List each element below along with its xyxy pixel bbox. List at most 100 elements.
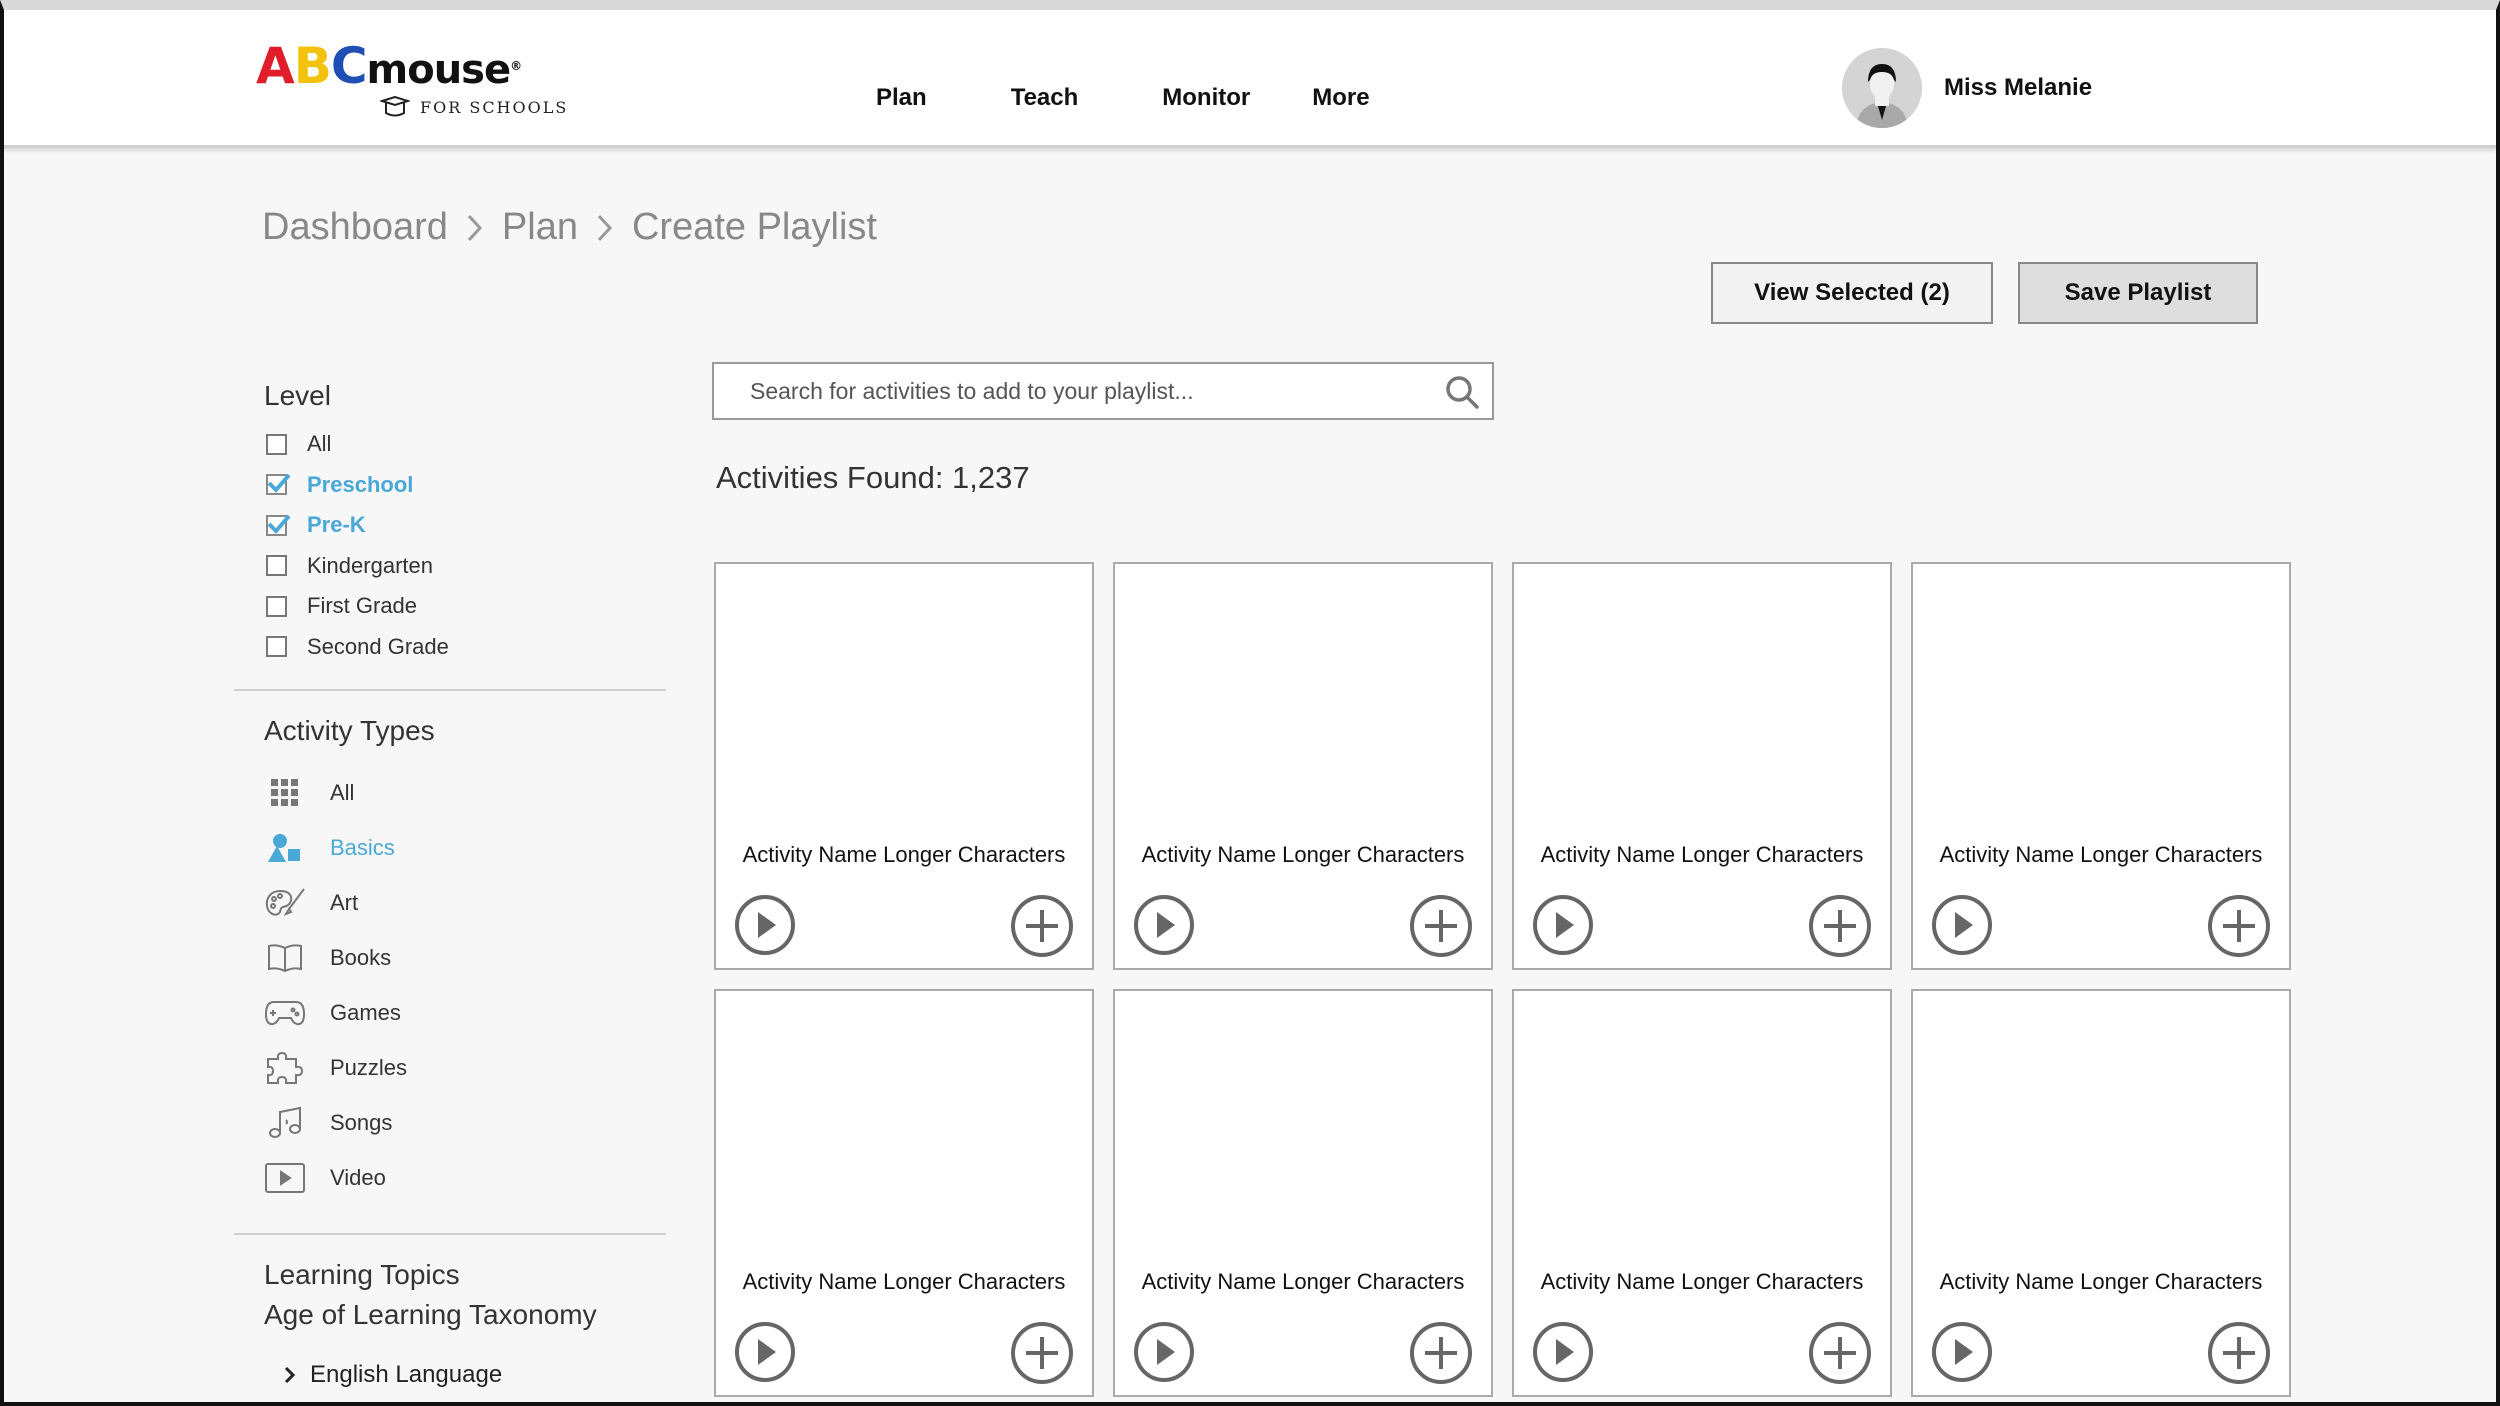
logo-wordmark: ABCmouse® [256,36,576,100]
activity-card[interactable]: Activity Name Longer Characters [1113,562,1493,970]
tree-item-english-language[interactable]: English Language [284,1361,666,1389]
search-input[interactable] [714,364,1394,418]
type-label: Art [330,889,359,915]
add-icon[interactable] [1010,894,1074,963]
activity-name: Activity Name Longer Characters [1540,1269,1864,1294]
play-icon[interactable] [1931,1321,1993,1388]
activity-name: Activity Name Longer Characters [742,1269,1066,1294]
palette-icon [264,885,306,921]
breadcrumb: Dashboard Plan Create Playlist [262,206,877,249]
nav-teach[interactable]: Teach [1011,84,1079,112]
add-icon[interactable] [2207,1321,2271,1390]
type-item-puzzles[interactable]: Puzzles [264,1040,666,1095]
level-label: Preschool [307,471,414,497]
checkbox-checked[interactable] [266,514,291,536]
app-frame: ABCmouse® FOR SCHOOLS Plan Teach Monitor… [0,0,2500,1406]
activity-card[interactable]: Activity Name Longer Characters [1512,989,1892,1397]
nav-monitor[interactable]: Monitor [1162,84,1250,112]
type-item-art[interactable]: Art [264,875,666,930]
activity-card[interactable]: Activity Name Longer Characters [1113,989,1493,1397]
view-selected-button[interactable]: View Selected (2) [1711,262,1993,324]
activity-grid: Activity Name Longer Characters Activity… [714,562,2291,1397]
activity-card[interactable]: Activity Name Longer Characters [714,562,1094,970]
type-label: Basics [330,834,395,860]
add-icon[interactable] [2207,894,2271,963]
add-icon[interactable] [1409,894,1473,963]
add-icon[interactable] [1808,1321,1872,1390]
breadcrumb-dashboard[interactable]: Dashboard [262,206,448,249]
taxonomy-label: Age of Learning Taxonomy [264,1299,597,1330]
avatar[interactable] [1842,48,1922,128]
activity-name: Activity Name Longer Characters [742,842,1066,867]
type-label: Puzzles [330,1054,408,1080]
chevron-right-icon [466,213,484,243]
level-item-second-grade[interactable]: Second Grade [266,627,666,668]
level-label: Kindergarten [307,552,433,578]
user-avatar-icon [1842,48,1922,128]
play-icon[interactable] [1133,1321,1195,1388]
checkbox[interactable] [266,636,287,658]
activity-card[interactable]: Activity Name Longer Characters [1911,562,2291,970]
music-note-icon [264,1105,306,1141]
level-list: All Preschool Pre-K Kindergarten First G… [266,424,666,667]
filter-sidebar: Level All Preschool Pre-K Kindergarten F… [234,380,666,1389]
logo-letter-a: A [256,37,295,95]
level-label: Second Grade [307,633,449,659]
activity-search [712,362,1494,420]
play-icon[interactable] [1532,894,1594,961]
level-item-kindergarten[interactable]: Kindergarten [266,546,666,587]
user-menu[interactable]: Miss Melanie [1842,48,2092,128]
checkmark-icon [267,514,291,534]
save-playlist-button[interactable]: Save Playlist [2018,262,2258,324]
play-icon[interactable] [1133,894,1195,961]
play-icon[interactable] [734,1321,796,1388]
search-icon[interactable] [1444,374,1480,415]
activity-card[interactable]: Activity Name Longer Characters [714,989,1094,1397]
add-icon[interactable] [1409,1321,1473,1390]
add-icon[interactable] [1808,894,1872,963]
grid-icon [264,775,306,811]
sidebar-divider [234,689,666,691]
type-item-all[interactable]: All [264,765,666,820]
nav-plan[interactable]: Plan [876,84,927,112]
level-item-first-grade[interactable]: First Grade [266,586,666,627]
activity-card[interactable]: Activity Name Longer Characters [1512,562,1892,970]
activity-name: Activity Name Longer Characters [1540,842,1864,867]
logo-letter-c: C [330,37,368,95]
activity-name: Activity Name Longer Characters [1141,1269,1465,1294]
play-icon[interactable] [734,894,796,961]
checkbox-checked[interactable] [266,473,291,496]
sidebar-divider [234,1233,666,1235]
checkbox[interactable] [266,555,287,577]
level-item-all[interactable]: All [266,424,666,465]
type-item-games[interactable]: Games [264,985,666,1040]
logo-letter-b: B [293,37,332,95]
type-item-video[interactable]: Video [264,1150,666,1205]
play-icon[interactable] [1931,894,1993,961]
add-icon[interactable] [1010,1321,1074,1390]
tree-item-label: English Language [310,1361,503,1388]
breadcrumb-plan[interactable]: Plan [502,206,578,249]
type-item-basics[interactable]: Basics [264,820,666,875]
logo-for-schools: FOR SCHOOLS [420,97,569,117]
type-label: Video [330,1164,386,1190]
play-icon[interactable] [1532,1321,1594,1388]
type-item-books[interactable]: Books [264,930,666,985]
activity-name: Activity Name Longer Characters [1141,842,1465,867]
activity-card[interactable]: Activity Name Longer Characters [1911,989,2291,1397]
nav-more[interactable]: More [1312,84,1369,112]
type-item-songs[interactable]: Songs [264,1095,666,1150]
puzzle-icon [264,1050,306,1086]
abcmouse-logo[interactable]: ABCmouse® FOR SCHOOLS [256,36,576,126]
checkbox[interactable] [266,433,287,455]
checkmark-icon [267,473,291,494]
checkbox[interactable] [266,595,287,617]
level-item-preschool[interactable]: Preschool [266,465,666,506]
level-item-pre-k[interactable]: Pre-K [266,505,666,546]
logo-registered: ® [510,59,522,73]
gamepad-icon [264,995,306,1031]
video-icon [264,1160,306,1196]
type-label: All [330,779,355,805]
type-label: Songs [330,1109,393,1135]
chevron-right-icon [596,213,614,243]
